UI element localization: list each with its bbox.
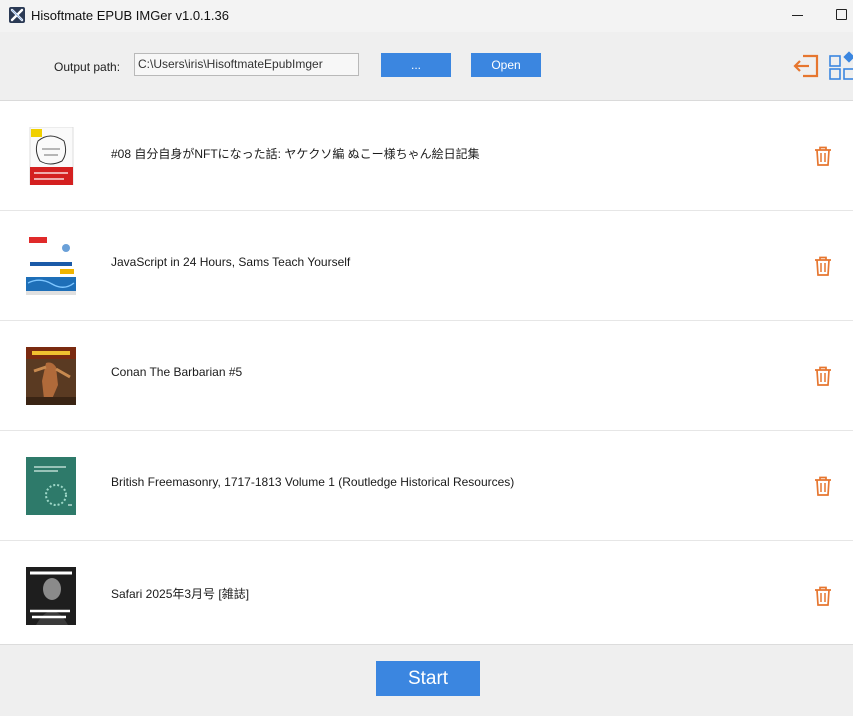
book-list: #08 自分自身がNFTになった話: ヤケクソ編 ぬこー様ちゃん絵日記集 Jav… — [0, 101, 853, 644]
list-item[interactable]: British Freemasonry, 1717-1813 Volume 1 … — [0, 431, 853, 541]
book-cover — [26, 126, 76, 186]
grid-layout-icon[interactable] — [828, 51, 853, 81]
delete-icon[interactable] — [813, 145, 833, 167]
book-title: Conan The Barbarian #5 — [111, 365, 243, 379]
book-title: Safari 2025年3月号 [雑誌] — [111, 587, 250, 601]
list-item[interactable]: JavaScript in 24 Hours, Sams Teach Yours… — [0, 211, 853, 321]
exit-icon[interactable] — [792, 51, 822, 81]
delete-icon[interactable] — [813, 255, 833, 277]
book-cover — [26, 347, 76, 405]
title-bar: Hisoftmate EPUB IMGer v1.0.1.36 — [0, 0, 853, 32]
delete-icon[interactable] — [813, 475, 833, 497]
bottom-bar: Start — [0, 644, 853, 716]
maximize-button[interactable] — [836, 9, 847, 20]
browse-button[interactable]: ... — [381, 53, 451, 77]
delete-icon[interactable] — [813, 585, 833, 607]
app-logo-icon — [9, 7, 25, 23]
start-button[interactable]: Start — [376, 661, 480, 696]
book-cover — [26, 457, 76, 515]
book-title: #08 自分自身がNFTになった話: ヤケクソ編 ぬこー様ちゃん絵日記集 — [111, 147, 480, 161]
list-item[interactable]: #08 自分自身がNFTになった話: ヤケクソ編 ぬこー様ちゃん絵日記集 — [0, 101, 853, 211]
list-item[interactable]: Conan The Barbarian #5 — [0, 321, 853, 431]
output-path-label: Output path: — [54, 60, 121, 74]
list-item[interactable]: Safari 2025年3月号 [雑誌] — [0, 541, 853, 644]
book-cover — [26, 237, 76, 295]
toolbar: Output path: C:\Users\iris\HisoftmateEpu… — [0, 32, 853, 101]
window-title: Hisoftmate EPUB IMGer v1.0.1.36 — [31, 8, 229, 23]
book-title: British Freemasonry, 1717-1813 Volume 1 … — [111, 475, 515, 489]
delete-icon[interactable] — [813, 365, 833, 387]
book-title: JavaScript in 24 Hours, Sams Teach Yours… — [111, 255, 351, 269]
open-button[interactable]: Open — [471, 53, 541, 77]
output-path-field[interactable]: C:\Users\iris\HisoftmateEpubImger — [134, 53, 359, 76]
book-cover — [26, 567, 76, 625]
minimize-button[interactable] — [792, 15, 803, 16]
